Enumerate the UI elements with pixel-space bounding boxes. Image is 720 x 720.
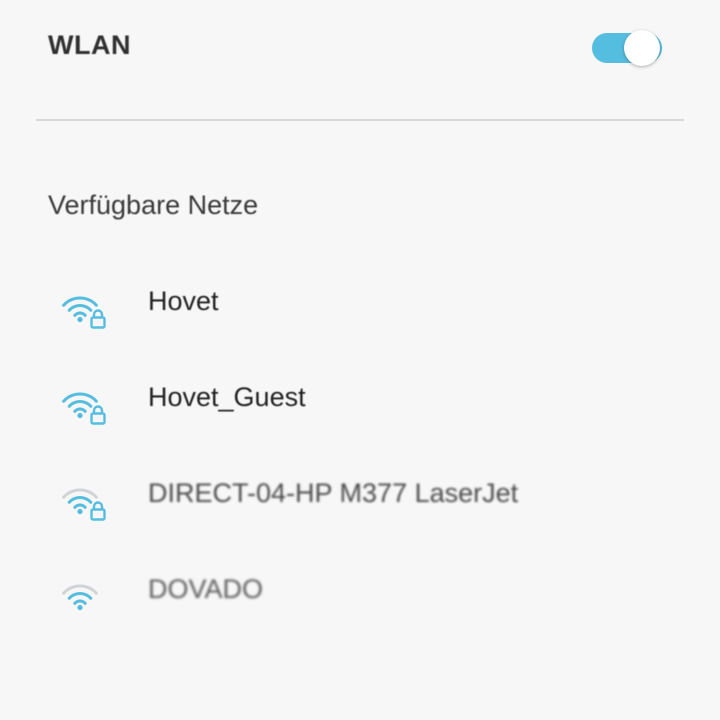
lock-badge (90, 309, 106, 329)
network-name: DOVADO (148, 574, 264, 604)
signal-arc (67, 592, 93, 600)
signal-arc (67, 496, 93, 504)
wifi-lock-icon (62, 488, 106, 521)
lock-badge (90, 405, 106, 425)
network-item-hovet-guest[interactable]: Hovet_Guest (0, 352, 720, 448)
signal-dot (77, 412, 83, 419)
wlan-row[interactable]: WLAN (0, 0, 720, 100)
wifi-lock-icon (62, 296, 106, 329)
signal-arc (73, 599, 87, 605)
toggle-knob (624, 30, 660, 66)
network-name: Hovet (148, 286, 219, 316)
signal-arc (73, 311, 87, 317)
network-name: DIRECT-04-HP M377 LaserJet (148, 478, 519, 508)
network-name: Hovet_Guest (148, 382, 306, 412)
signal-dot (77, 316, 83, 323)
signal-arc (73, 503, 87, 509)
signal-dot (77, 508, 83, 515)
signal-arc (67, 304, 93, 312)
divider (36, 119, 684, 121)
wlan-title: WLAN (48, 30, 131, 60)
wifi-lock-icon (62, 392, 106, 425)
wifi-icon (62, 584, 98, 611)
network-item-hovet[interactable]: Hovet (0, 256, 720, 352)
available-networks-label: Verfügbare Netze (48, 190, 259, 220)
network-list: Hovet Hovet_Guest DIRECT-04-HP M377 Lase… (0, 256, 720, 640)
lock-badge (90, 501, 106, 521)
network-item-dovado[interactable]: DOVADO (0, 544, 720, 640)
signal-dot (77, 604, 83, 611)
wlan-toggle[interactable] (590, 26, 668, 70)
network-item-direct-hp[interactable]: DIRECT-04-HP M377 LaserJet (0, 448, 720, 544)
signal-arc (73, 407, 87, 413)
signal-arc (67, 400, 93, 408)
